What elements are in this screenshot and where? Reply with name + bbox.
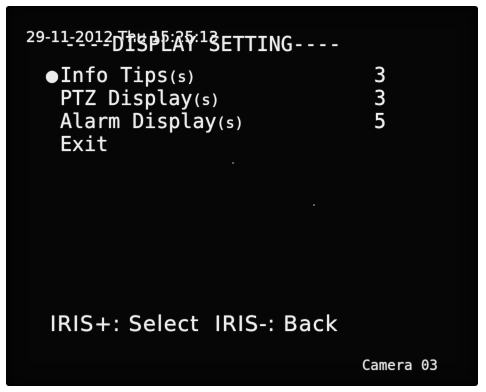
menu-item-value: 3 [374, 63, 387, 87]
menu-item-value: 5 [374, 109, 387, 133]
menu-title: ----DISPLAY SETTING---- [64, 32, 341, 56]
unit-label: (s) [168, 68, 196, 86]
menu-item-ptz-display[interactable]: PTZ Display(s) 3 [46, 87, 406, 110]
selection-bullet-icon: ● [46, 63, 59, 87]
noise-speck [232, 162, 234, 164]
menu-item-label: Exit [60, 132, 109, 156]
menu-item-alarm-display[interactable]: Alarm Display(s) 5 [46, 110, 406, 133]
video-screen: 29-11-2012 Thu 15:25:13 ----DISPLAY SETT… [6, 6, 478, 386]
menu-item-info-tips[interactable]: ● Info Tips(s) 3 [46, 64, 406, 87]
navigation-hint: IRIS+: Select IRIS-: Back [50, 312, 339, 336]
menu-item-exit[interactable]: Exit [46, 133, 406, 156]
unit-label: (s) [192, 91, 220, 109]
menu-item-value: 3 [374, 86, 387, 110]
camera-label: Camera 03 [362, 358, 438, 374]
display-setting-menu: ● Info Tips(s) 3 PTZ Display(s) 3 Alarm … [46, 64, 406, 156]
unit-label: (s) [216, 114, 244, 132]
noise-speck [313, 204, 315, 206]
